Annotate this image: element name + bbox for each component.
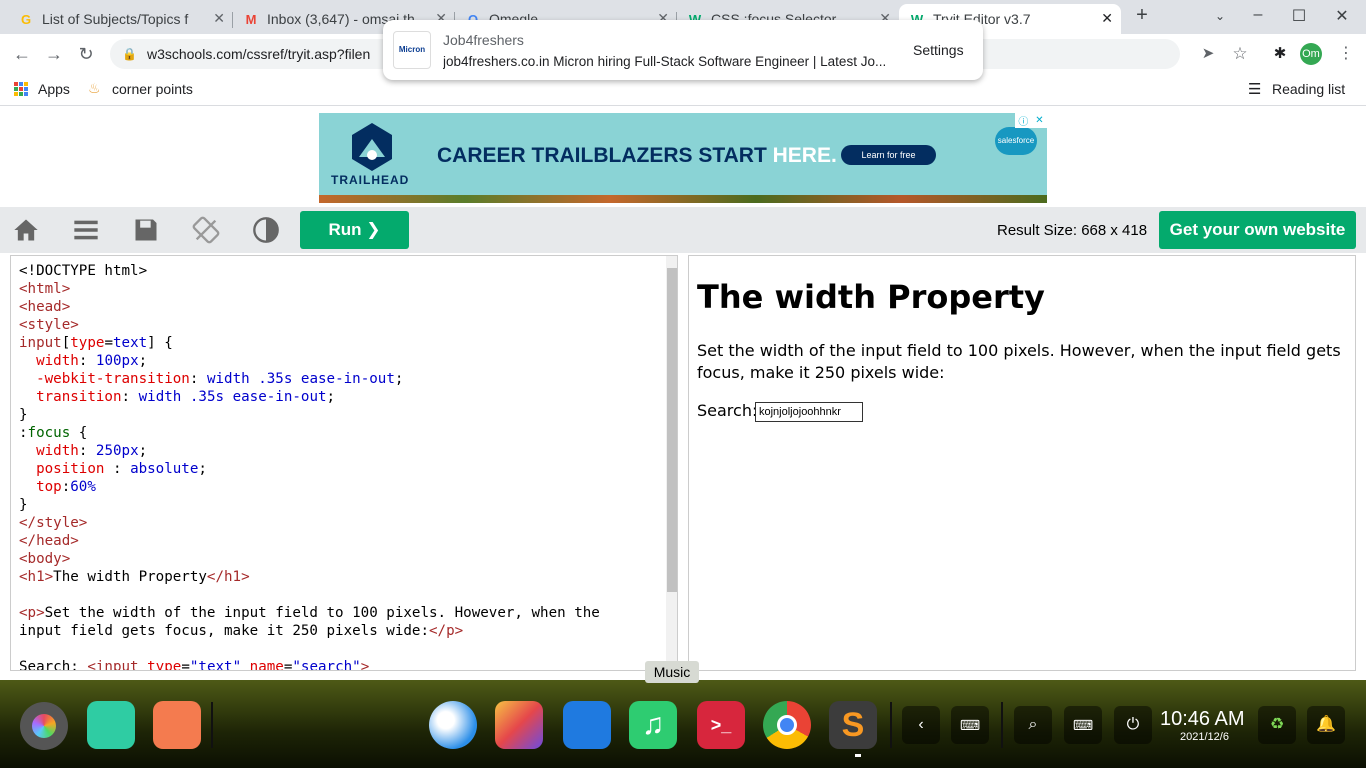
result-paragraph: Set the width of the input field to 100 …: [697, 341, 1341, 382]
menu-icon[interactable]: [72, 216, 100, 244]
tryit-toolbar: Run ❯ Result Size: 668 x 418 Get your ow…: [0, 207, 1366, 253]
result-heading: The width Property: [697, 278, 1045, 316]
tab-title: List of Subjects/Topics f: [42, 11, 189, 27]
code-editor[interactable]: <!DOCTYPE html> <html> <head> <style> in…: [10, 255, 678, 671]
multitask-icon[interactable]: [87, 701, 135, 749]
dock-separator: [211, 702, 213, 748]
save-icon[interactable]: [132, 216, 160, 244]
dock-tooltip: Music: [645, 661, 699, 683]
star-icon[interactable]: ☆: [1228, 42, 1252, 66]
get-website-button[interactable]: Get your own website: [1159, 211, 1356, 249]
launcher-icon[interactable]: [20, 702, 68, 750]
result-size: Result Size: 668 x 418: [997, 222, 1148, 239]
send-icon[interactable]: ➤: [1196, 42, 1220, 66]
search-icon[interactable]: ⌕: [1014, 706, 1052, 744]
active-indicator: [855, 754, 861, 757]
notifications-bell-icon[interactable]: 🔔: [1307, 706, 1345, 744]
google-icon: G: [20, 11, 32, 27]
result-search-label: Search:: [697, 401, 758, 420]
back-icon[interactable]: ←: [10, 42, 34, 66]
reading-list-icon: ☰: [1248, 81, 1262, 98]
lock-icon: 🔒: [122, 47, 137, 61]
tab-subjects[interactable]: G List of Subjects/Topics f ✕: [8, 4, 233, 34]
notification-body: job4freshers.co.in Micron hiring Full-St…: [443, 54, 887, 69]
notification-source: Job4freshers: [443, 32, 524, 48]
editor-scrollbar[interactable]: [666, 256, 677, 670]
run-button[interactable]: Run ❯: [300, 211, 409, 249]
trash-icon[interactable]: ♻: [1258, 706, 1296, 744]
dock-separator: [1001, 702, 1003, 748]
reload-icon[interactable]: ↻: [74, 42, 98, 66]
ad-close-icon[interactable]: ✕: [1035, 115, 1043, 126]
result-search-input[interactable]: [755, 402, 863, 422]
music-icon[interactable]: ♫: [629, 701, 677, 749]
taskbar: ♫ >_ S ‹ ⌨ ⌕ ⌨ ⏻ 10:46 AM 2021/12/6 ♻ 🔔: [0, 680, 1366, 768]
forward-icon[interactable]: →: [42, 42, 66, 66]
terminal-icon[interactable]: >_: [697, 701, 745, 749]
theme-toggle-icon[interactable]: [252, 216, 280, 244]
power-icon[interactable]: ⏻: [1114, 706, 1152, 744]
photos-icon[interactable]: [495, 701, 543, 749]
tab-search-icon[interactable]: ⌄: [1208, 9, 1232, 23]
maximize-icon[interactable]: ☐: [1287, 6, 1311, 26]
close-icon[interactable]: ✕: [1101, 10, 1113, 27]
dock-separator: [890, 702, 892, 748]
ad-choices[interactable]: ⓘ ✕: [1015, 113, 1047, 128]
collapse-tray-icon[interactable]: ‹: [902, 706, 940, 744]
clock-date: 2021/12/6: [1180, 731, 1229, 743]
app-store-icon[interactable]: [153, 701, 201, 749]
window-close-icon[interactable]: ✕: [1330, 6, 1354, 26]
clock-time: 10:46 AM: [1160, 708, 1245, 730]
ad-cta-button[interactable]: Learn for free: [841, 145, 936, 165]
ad-headline: CAREER TRAILBLAZERS START HERE.: [437, 144, 837, 167]
bookmark-apps[interactable]: Apps: [38, 81, 70, 97]
editor-scroll-thumb[interactable]: [667, 268, 677, 592]
chrome-icon[interactable]: [763, 701, 811, 749]
sublime-text-icon[interactable]: S: [829, 701, 877, 749]
bookmark-corner-points[interactable]: corner points: [112, 81, 193, 97]
ad-brand: TRAILHEAD: [331, 173, 410, 187]
extensions-icon[interactable]: ✱: [1268, 42, 1292, 66]
url-text: w3schools.com/cssref/tryit.asp?filen: [146, 46, 371, 62]
close-icon[interactable]: ✕: [213, 10, 225, 27]
code-content[interactable]: <!DOCTYPE html> <html> <head> <style> in…: [19, 262, 600, 670]
new-tab-icon[interactable]: +: [1130, 4, 1154, 27]
minimize-icon[interactable]: –: [1246, 6, 1270, 24]
menu-dots-icon[interactable]: ⋮: [1334, 42, 1358, 66]
apps-grid-icon: [14, 82, 28, 96]
ad-banner[interactable]: TRAILHEAD CAREER TRAILBLAZERS START HERE…: [319, 113, 1047, 203]
gmail-icon: M: [245, 11, 257, 27]
keyboard-icon[interactable]: ⌨: [951, 706, 989, 744]
reading-list-button[interactable]: Reading list: [1272, 81, 1345, 97]
bookmark-favicon-icon: ♨: [88, 80, 101, 96]
home-icon[interactable]: [12, 216, 40, 244]
browser-icon[interactable]: [429, 701, 477, 749]
salesforce-logo: salesforce: [995, 127, 1037, 155]
notification-popup[interactable]: Micron Job4freshers job4freshers.co.in M…: [383, 20, 983, 80]
keyboard-settings-icon[interactable]: ⌨: [1064, 706, 1102, 744]
files-icon[interactable]: [563, 701, 611, 749]
profile-avatar[interactable]: Om: [1300, 43, 1322, 65]
result-pane: The width Property Set the width of the …: [688, 255, 1356, 671]
ad-info-icon[interactable]: ⓘ: [1018, 113, 1028, 128]
micron-logo: Micron: [393, 31, 431, 69]
rotate-layout-icon[interactable]: [192, 216, 220, 244]
trailhead-badge-icon: [352, 123, 392, 171]
notification-settings-button[interactable]: Settings: [913, 42, 964, 58]
ad-foliage: [319, 195, 1047, 203]
